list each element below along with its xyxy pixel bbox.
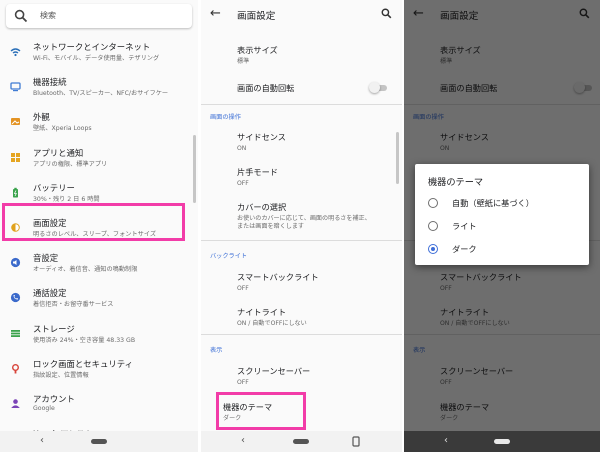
back-arrow-icon[interactable]: ← <box>210 6 221 21</box>
sound-icon <box>10 258 21 268</box>
night-light-setting[interactable]: ナイトライト ON / 自動でOFFにしない <box>237 306 307 328</box>
nav-back-button[interactable]: ‹ <box>40 435 44 446</box>
search-icon <box>14 9 28 23</box>
app-bar: ← 画面設定 <box>201 0 402 30</box>
theme-dialog-panel: ← 画面設定 表示サイズ 標準 画面の自動回転 画面の操作 サイドセンス ON … <box>404 0 600 452</box>
rotate-icon[interactable] <box>352 436 360 447</box>
wallpaper-icon <box>11 118 20 126</box>
account-icon <box>11 399 20 408</box>
screensaver-setting[interactable]: スクリーンセーバー OFF <box>237 365 310 387</box>
nav-bar: ‹ <box>0 431 198 452</box>
wifi-icon <box>10 48 21 57</box>
smart-backlight-setting[interactable]: スマートバックライト OFF <box>237 271 319 293</box>
settings-item-storage[interactable]: ストレージ 使用済み 24%・空き容量 48.33 GB <box>0 318 198 352</box>
settings-search-box[interactable]: 検索 <box>6 4 192 28</box>
settings-item-sound[interactable]: 音設定 オーディオ、着信音、通知の鳴動制限 <box>0 247 198 281</box>
search-icon[interactable] <box>381 8 392 19</box>
side-sense-setting[interactable]: サイドセンス ON <box>237 131 286 153</box>
section-header-screen-ops: 画面の操作 <box>210 114 241 121</box>
apps-icon <box>11 152 20 162</box>
font-size-setting[interactable]: 表示サイズ 標準 <box>237 44 278 66</box>
lock-icon <box>12 363 19 374</box>
settings-item-account[interactable]: アカウント Google <box>0 388 198 422</box>
radio-button[interactable] <box>428 198 438 208</box>
auto-rotate-toggle[interactable] <box>369 82 387 93</box>
highlight-display-settings <box>2 203 185 241</box>
nav-back-button[interactable]: ‹ <box>444 435 448 446</box>
cover-select-setting[interactable]: カバーの選択 お使いのカバーに応じて、画面の明るさを補正、 または画面を暗くしま… <box>237 201 371 231</box>
settings-item-lock[interactable]: ロック画面とセキュリティ 指紋設定、位置情報 <box>0 353 198 387</box>
storage-icon <box>11 329 20 337</box>
nav-home-button[interactable] <box>91 439 107 444</box>
nav-bar: ‹ <box>201 431 402 452</box>
auto-rotate-setting[interactable]: 画面の自動回転 <box>237 82 294 94</box>
nav-home-button[interactable] <box>293 439 309 444</box>
nav-home-button[interactable] <box>494 439 510 444</box>
devices-icon <box>10 82 21 92</box>
settings-item-wallpaper[interactable]: 外観 壁紙、Xperia Loops <box>0 106 198 140</box>
page-title: 画面設定 <box>237 11 276 22</box>
radio-button-selected[interactable] <box>428 244 438 254</box>
search-placeholder: 検索 <box>40 11 56 20</box>
settings-item-apps[interactable]: アプリと通知 アプリの権限、標準アプリ <box>0 142 198 176</box>
theme-dialog: 機器のテーマ 自動（壁紙に基づく） ライト ダーク <box>415 164 589 265</box>
scrollbar[interactable] <box>396 132 399 184</box>
one-hand-mode-setting[interactable]: 片手モード OFF <box>237 166 278 188</box>
settings-item-wifi[interactable]: ネットワークとインターネット Wi-Fi、モバイル、データ使用量、テザリング <box>0 36 198 70</box>
nav-bar: ‹ <box>404 431 600 452</box>
settings-item-call[interactable]: 通話設定 着信拒否・お留守番サービス <box>0 282 198 316</box>
scrollbar[interactable] <box>193 135 196 203</box>
radio-button[interactable] <box>428 221 438 231</box>
dialog-title: 機器のテーマ <box>428 177 484 188</box>
settings-item-devices[interactable]: 機器接続 Bluetooth、TV/スピーカー、NFC/おサイフケー <box>0 71 198 105</box>
section-header-backlight: バックライト <box>210 253 248 260</box>
nav-back-button[interactable]: ‹ <box>241 435 245 446</box>
display-settings-panel: ← 画面設定 表示サイズ 標準 画面の自動回転 画面の操作 サイドセンス ON … <box>201 0 402 452</box>
settings-panel: 検索 ネットワークとインターネット Wi-Fi、モバイル、データ使用量、テザリング… <box>0 0 198 452</box>
battery-icon <box>13 187 18 198</box>
call-icon <box>10 293 21 303</box>
section-header-display: 表示 <box>210 347 223 354</box>
highlight-device-theme <box>216 392 306 430</box>
